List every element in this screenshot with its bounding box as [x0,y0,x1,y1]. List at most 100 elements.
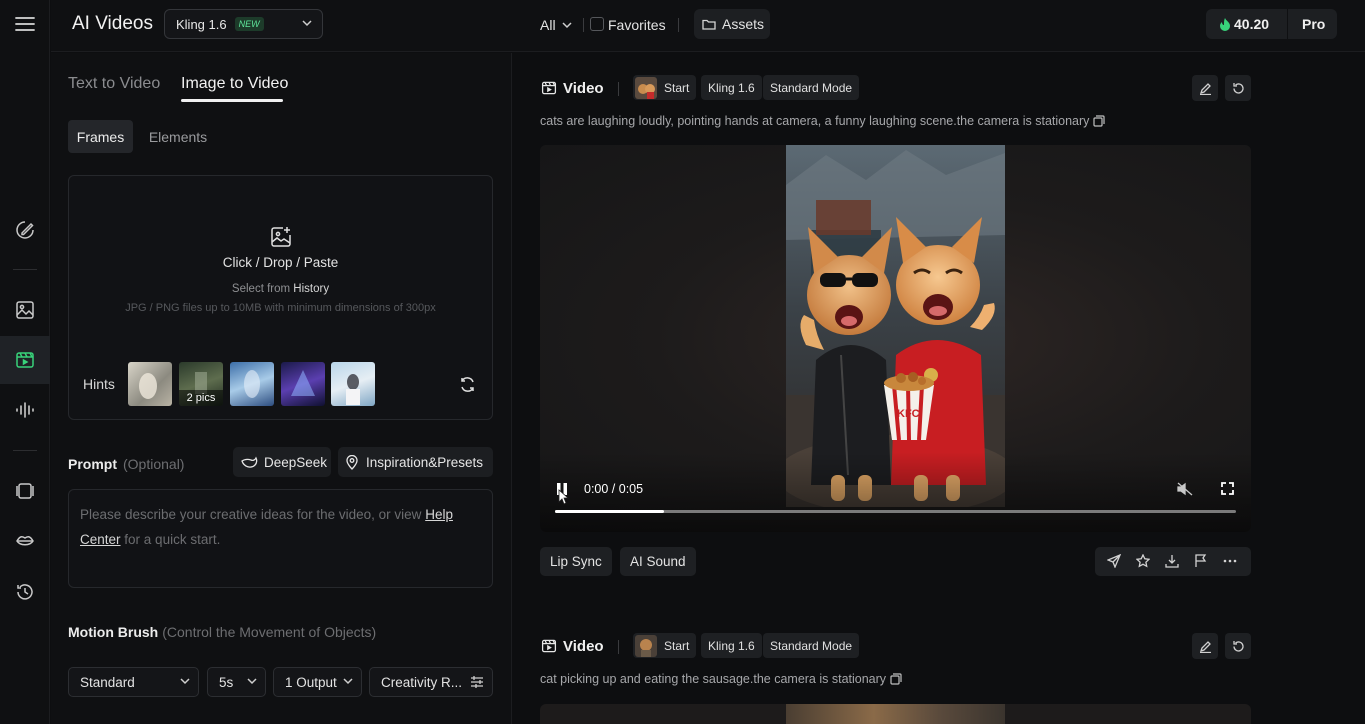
film-icon[interactable] [0,467,50,515]
favorites-label[interactable]: Favorites [608,17,666,33]
progress-track[interactable] [555,510,1236,513]
image-upload-dropzone[interactable]: Click / Drop / Paste Select from History… [68,175,493,420]
ai-sound-button[interactable]: AI Sound [620,547,696,576]
assets-button[interactable]: Assets [694,9,770,39]
start-label: Start [664,80,690,95]
mode-value: Standard [80,675,135,690]
motion-brush-title: Motion Brush [68,624,159,640]
model-chip: Kling 1.6 [701,633,762,658]
image-icon[interactable] [0,286,50,334]
copy-icon[interactable] [890,673,902,685]
video-icon[interactable] [0,336,50,384]
card-title: Video [563,638,604,655]
audio-wave-icon[interactable] [0,386,50,434]
header-right: All Favorites Assets 40.20 Pro [512,0,1365,52]
share-icon[interactable] [1107,554,1121,568]
chevron-down-icon [180,677,190,685]
card-divider [618,82,619,96]
more-icon[interactable] [1223,559,1237,563]
credits-divider [1287,9,1288,39]
location-pin-icon [346,454,358,470]
outputs-dropdown[interactable]: 1 Output [273,667,362,697]
tab-text-to-video[interactable]: Text to Video [68,75,160,93]
mouse-cursor-icon [558,489,569,505]
creativity-value: Creativity R... [381,675,463,690]
mute-icon[interactable] [1177,482,1193,496]
menu-icon[interactable] [0,0,50,48]
upload-instruction: Click / Drop / Paste [222,255,339,270]
card-prompt: cat picking up and eating the sausage.th… [540,672,902,686]
segment-elements[interactable]: Elements [143,120,213,153]
fullscreen-icon[interactable] [1221,482,1234,495]
copy-icon[interactable] [1093,115,1106,127]
outputs-value: 1 Output [285,675,337,690]
chevron-down-icon [562,21,572,29]
regenerate-icon[interactable] [1225,633,1251,659]
duration-value: 5s [219,675,234,690]
card-toolbar [1095,547,1251,576]
hint-thumbnail[interactable] [331,362,375,406]
hint-thumbnail[interactable]: 2 pics [179,362,223,406]
new-badge: NEW [234,17,264,31]
prompt-placeholder-suffix: for a quick start. [124,532,221,547]
edit-icon[interactable] [1192,633,1218,659]
filter-all-label: All [540,17,556,33]
card-divider [618,640,619,654]
prompt-label: Prompt (Optional) [68,456,184,472]
start-frame-thumbnail [635,634,657,657]
inspiration-label: Inspiration&Presets [366,454,484,470]
video-player[interactable] [540,704,1251,724]
flame-icon [1220,18,1230,31]
flag-icon[interactable] [1194,554,1208,568]
model-select[interactable]: Kling 1.6 NEW [164,9,323,39]
regenerate-icon[interactable] [1225,75,1251,101]
prompt-title: Prompt [68,456,117,472]
active-tab-indicator [181,99,283,102]
video-player[interactable]: KFC 0:00 / 0:05 [540,145,1251,532]
inspiration-presets-button[interactable]: Inspiration&Presets [338,447,493,477]
duration-dropdown[interactable]: 5s [207,667,266,697]
model-name: Kling 1.6 [176,16,227,32]
playback-time: 0:00 / 0:05 [584,482,644,496]
lips-icon[interactable] [0,517,50,565]
start-frame-chip[interactable]: Start [633,75,697,100]
download-icon[interactable] [1165,554,1179,568]
whale-icon [241,456,258,469]
start-label: Start [664,638,690,653]
prompt-textarea[interactable]: Please describe your creative ideas for … [68,489,493,588]
hint-thumbnail[interactable] [281,362,325,406]
credits-box[interactable]: 40.20 Pro [1206,9,1337,39]
star-icon[interactable] [1136,554,1150,568]
start-frame-chip[interactable]: Start [633,633,697,658]
hint-thumbnail[interactable] [230,362,274,406]
filter-all-dropdown[interactable]: All [540,17,572,33]
plan-label[interactable]: Pro [1302,16,1325,32]
refresh-icon[interactable] [459,376,476,393]
mode-chip: Standard Mode [763,633,860,658]
help-center-link[interactable]: Help [425,507,453,522]
card-prompt-text: cats are laughing loudly, pointing hands… [540,114,1090,128]
folder-icon [702,18,716,30]
brush-icon[interactable] [0,206,50,254]
help-center-link[interactable]: Center [80,532,121,547]
hints-label: Hints [83,376,115,392]
segment-frames[interactable]: Frames [68,120,133,153]
hint-thumbnail[interactable] [128,362,172,406]
favorites-checkbox[interactable] [590,17,604,31]
history-link[interactable]: History [293,283,329,295]
creativity-settings[interactable]: Creativity R... [369,667,493,697]
upload-select-prefix: Select from [231,283,291,295]
lip-sync-button[interactable]: Lip Sync [540,547,612,576]
card-prompt-text: cat picking up and eating the sausage.th… [540,672,887,686]
results-feed: Video Start Kling 1.6 Standard Mode cats… [512,53,1365,724]
history-icon[interactable] [0,568,50,616]
card-title: Video [563,80,604,97]
edit-icon[interactable] [1192,75,1218,101]
rail-divider [13,450,37,451]
player-controls-bar [540,452,1251,532]
upload-select-from: Select from History [69,283,492,295]
deepseek-button[interactable]: DeepSeek [233,447,331,477]
sidebar-rail [0,0,50,724]
tab-image-to-video[interactable]: Image to Video [181,75,288,93]
mode-dropdown[interactable]: Standard [68,667,199,697]
